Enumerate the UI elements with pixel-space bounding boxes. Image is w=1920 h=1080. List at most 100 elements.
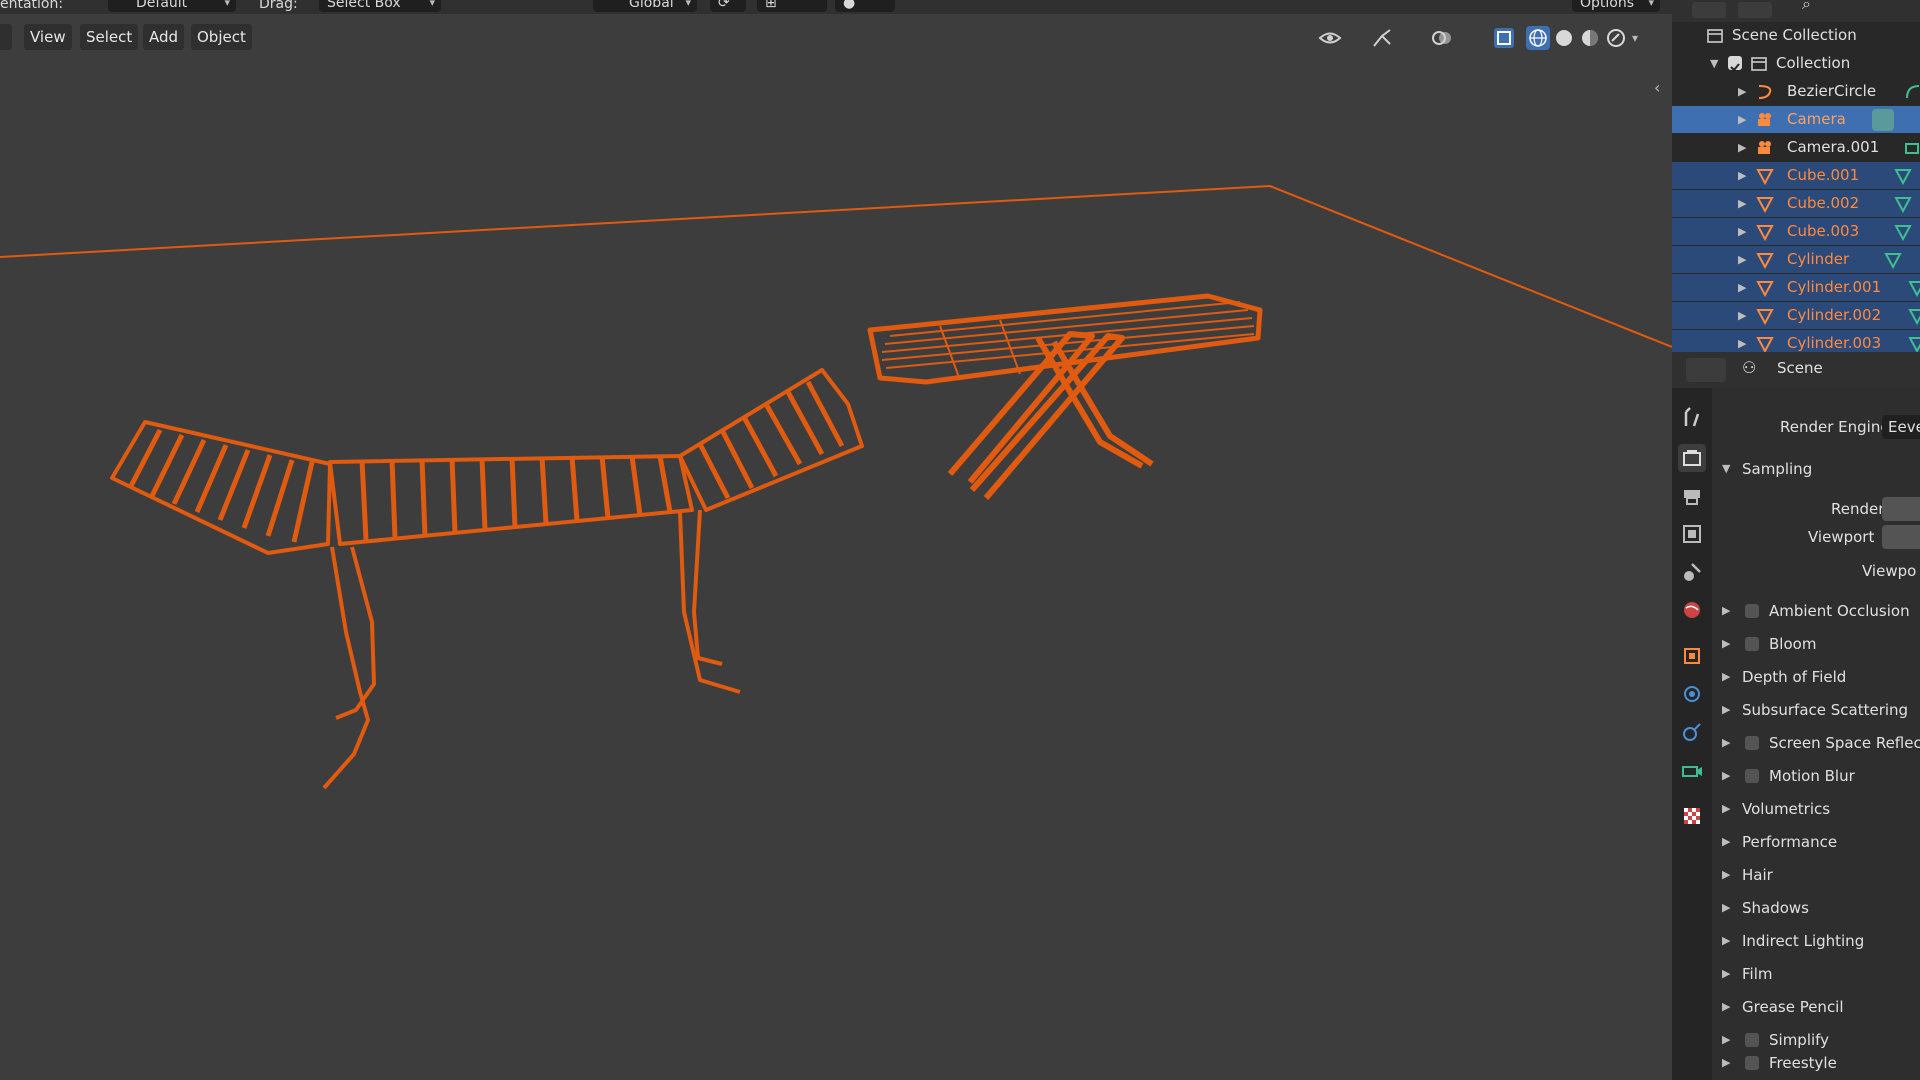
outliner-item[interactable]: ▶ Camera <box>1672 106 1920 133</box>
gizmo-icon[interactable] <box>1370 26 1394 50</box>
camera-data-icon[interactable] <box>1904 139 1920 157</box>
panel-header[interactable]: ▶ Performance <box>1712 827 1920 857</box>
world-tab-icon[interactable] <box>1678 596 1706 624</box>
rendered-shading-icon[interactable] <box>1604 26 1628 50</box>
view-layer-tab-icon[interactable] <box>1678 520 1706 548</box>
panel-header[interactable]: ▶ Shadows <box>1712 893 1920 923</box>
outliner-collection[interactable]: ▼ Collection <box>1672 50 1920 77</box>
options-dropdown[interactable]: Options ▾ <box>1572 0 1660 12</box>
wireframe-shading-icon[interactable] <box>1526 26 1550 50</box>
viewport-samples-field[interactable] <box>1882 525 1920 549</box>
expand-arrow-icon[interactable]: ▶ <box>1738 218 1748 245</box>
search-icon[interactable]: ⌕ <box>1802 0 1811 14</box>
panel-header[interactable]: ▶ Volumetrics <box>1712 794 1920 824</box>
outliner-item[interactable]: ▶ Camera.001 <box>1672 134 1920 161</box>
panel-checkbox[interactable] <box>1745 736 1759 750</box>
select-menu[interactable]: Select <box>80 24 139 50</box>
expand-arrow-icon[interactable]: ▶ <box>1738 302 1748 329</box>
panel-header[interactable]: ▶ Grease Pencil <box>1712 992 1920 1022</box>
texture-tab-icon[interactable] <box>1678 802 1706 830</box>
panel-header[interactable]: ▶ Screen Space Reflec <box>1712 728 1920 758</box>
outliner-item[interactable]: ▶ Cube.003 <box>1672 218 1920 245</box>
tool-tab-icon[interactable] <box>1678 404 1706 432</box>
panel-checkbox[interactable] <box>1745 1033 1759 1047</box>
drag-dropdown[interactable]: Select Box ▾ <box>319 0 441 12</box>
panel-header[interactable]: ▶ Film <box>1712 959 1920 989</box>
properties-editor-type-icon[interactable] <box>1686 358 1726 382</box>
outliner-item[interactable]: ▶ Cylinder.002 <box>1672 302 1920 329</box>
visibility-eye-icon[interactable] <box>1318 26 1342 50</box>
mesh-data-icon[interactable] <box>1884 251 1902 270</box>
panel-header[interactable]: ▶ Freestyle <box>1712 1048 1920 1078</box>
panel-header[interactable]: ▶ Subsurface Scattering <box>1712 695 1920 725</box>
panel-checkbox[interactable] <box>1745 604 1759 618</box>
mesh-data-icon[interactable] <box>1894 167 1912 186</box>
constraints-tab-icon[interactable] <box>1678 718 1706 746</box>
outliner-item[interactable]: ▶ Cylinder <box>1672 246 1920 273</box>
scene-tab-icon[interactable] <box>1678 558 1706 586</box>
panel-header[interactable]: ▶ Bloom <box>1712 629 1920 659</box>
panel-header[interactable]: ▶ Depth of Field <box>1712 662 1920 692</box>
collapsed-arrow-icon: ▶ <box>1722 901 1731 914</box>
expand-arrow-icon[interactable]: ▶ <box>1738 330 1748 352</box>
expand-arrow-icon[interactable]: ▶ <box>1738 274 1748 301</box>
outliner-item[interactable]: ▶ Cylinder.001 <box>1672 274 1920 301</box>
view-menu[interactable]: View <box>24 24 72 50</box>
editor-type-button[interactable] <box>0 24 12 50</box>
expand-arrow-icon[interactable]: ▼ <box>1710 50 1720 77</box>
panel-header[interactable]: ▶ Hair <box>1712 860 1920 890</box>
add-menu[interactable]: Add <box>143 24 185 50</box>
3d-viewport[interactable] <box>0 52 1672 1080</box>
display-mode-icon[interactable] <box>1738 2 1772 18</box>
proportional-edit-toggle[interactable]: ● <box>835 0 895 12</box>
object-data-camera-tab-icon[interactable] <box>1678 756 1706 784</box>
checkbox-checked-icon[interactable] <box>1728 56 1742 72</box>
transform-orientation-dropdown[interactable]: Global ▾ <box>593 0 697 12</box>
render-engine-dropdown[interactable]: Eeve <box>1882 415 1920 439</box>
panel-checkbox[interactable] <box>1745 637 1759 651</box>
orientation-dropdown[interactable]: Default ▾ <box>108 0 236 12</box>
outliner-item[interactable]: ▶ BezierCircle <box>1672 78 1920 105</box>
physics-tab-icon[interactable] <box>1678 680 1706 708</box>
camera-data-icon[interactable] <box>1872 109 1894 131</box>
outliner[interactable]: Scene Collection ▼ Collection ▶ BezierCi… <box>1672 22 1920 352</box>
outliner-editor-type-icon[interactable] <box>1692 2 1726 18</box>
overlay-icon[interactable] <box>1430 26 1454 50</box>
panel-checkbox[interactable] <box>1745 1056 1759 1070</box>
mesh-data-icon[interactable] <box>1908 335 1920 352</box>
outliner-scene-collection[interactable]: Scene Collection <box>1672 22 1920 49</box>
collection-icon <box>1706 27 1724 45</box>
expand-arrow-icon[interactable]: ▶ <box>1738 162 1748 189</box>
mesh-data-icon[interactable] <box>1894 195 1912 214</box>
mesh-data-icon[interactable] <box>1908 279 1920 298</box>
mesh-data-icon[interactable] <box>1908 307 1920 326</box>
pivot-point-dropdown[interactable]: ⟳ <box>710 0 746 12</box>
xray-icon[interactable] <box>1492 26 1516 50</box>
solid-shading-icon[interactable] <box>1552 26 1576 50</box>
outliner-item[interactable]: ▶ Cylinder.003 <box>1672 330 1920 352</box>
panel-label: Performance <box>1742 833 1838 851</box>
snap-toggle[interactable]: ⊞ <box>757 0 827 12</box>
mesh-data-icon[interactable] <box>1894 223 1912 242</box>
render-samples-field[interactable] <box>1882 497 1920 521</box>
object-menu[interactable]: Object <box>191 24 252 50</box>
expand-arrow-icon[interactable]: ▶ <box>1738 246 1748 273</box>
material-shading-icon[interactable] <box>1578 26 1602 50</box>
orientation-label: entation: <box>0 0 64 12</box>
output-tab-icon[interactable] <box>1678 482 1706 510</box>
expand-arrow-icon[interactable]: ▶ <box>1738 106 1748 133</box>
render-tab-icon[interactable] <box>1678 444 1706 472</box>
panel-checkbox[interactable] <box>1745 769 1759 783</box>
outliner-item[interactable]: ▶ Cube.001 <box>1672 162 1920 189</box>
panel-header[interactable]: ▶ Indirect Lighting <box>1712 926 1920 956</box>
chevron-down-icon[interactable]: ▾ <box>1632 26 1648 50</box>
panel-header[interactable]: ▶ Ambient Occlusion <box>1712 596 1920 626</box>
sampling-panel-header[interactable]: ▼ Sampling <box>1712 454 1920 484</box>
panel-header[interactable]: ▶ Motion Blur <box>1712 761 1920 791</box>
object-tab-icon[interactable] <box>1678 642 1706 670</box>
outliner-item[interactable]: ▶ Cube.002 <box>1672 190 1920 217</box>
expand-arrow-icon[interactable]: ▶ <box>1738 190 1748 217</box>
expand-arrow-icon[interactable]: ▶ <box>1738 78 1748 105</box>
expand-arrow-icon[interactable]: ▶ <box>1738 134 1748 161</box>
curve-data-icon[interactable] <box>1904 83 1920 101</box>
